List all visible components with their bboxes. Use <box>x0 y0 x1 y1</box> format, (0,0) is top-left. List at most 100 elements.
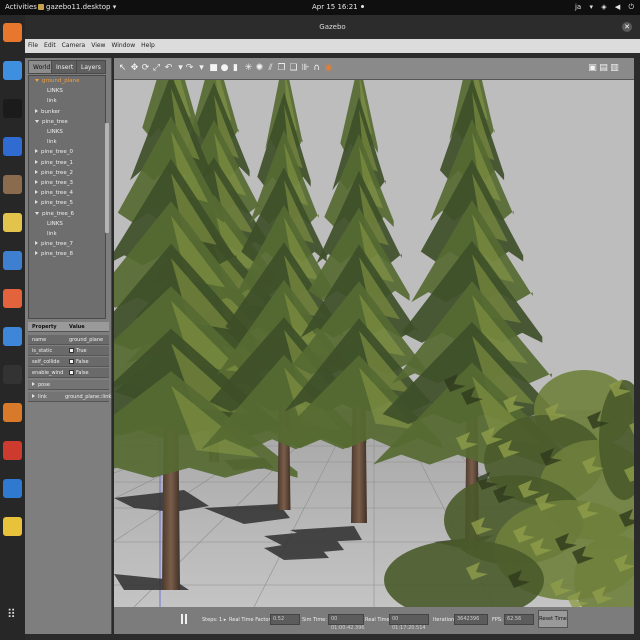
expand-arrow-icon[interactable] <box>35 190 38 195</box>
tree-item[interactable]: link <box>47 231 57 237</box>
log-icon[interactable]: ▤ <box>599 63 608 73</box>
redo-dropdown-icon[interactable]: ▾ <box>197 63 206 73</box>
dock-software-icon[interactable] <box>3 289 22 308</box>
dock-firefox-icon[interactable] <box>3 23 22 42</box>
tree-item[interactable]: pine_tree_1 <box>35 159 73 166</box>
property-row[interactable]: link ground_plane::link <box>28 392 111 402</box>
select-icon[interactable]: ↖ <box>118 63 127 73</box>
scene-render[interactable] <box>114 80 634 607</box>
dock-writer-icon[interactable] <box>3 251 22 270</box>
property-row[interactable]: self_collide False <box>28 357 109 367</box>
rotate-icon[interactable]: ⟳ <box>141 63 150 73</box>
dock-notes-icon[interactable] <box>3 517 22 536</box>
window-title-bar[interactable]: Gazebo ✕ <box>25 15 640 39</box>
directional-light-icon[interactable]: ⫽ <box>266 63 275 73</box>
dock-vscode-icon[interactable] <box>3 479 22 498</box>
property-row[interactable]: is_static True <box>28 346 109 356</box>
property-row[interactable]: pose <box>28 380 109 390</box>
expand-arrow-icon[interactable] <box>35 169 38 174</box>
dock-help-icon[interactable] <box>3 327 22 346</box>
clock[interactable]: Apr 15 16:21 <box>312 3 364 11</box>
close-icon[interactable]: ✕ <box>622 22 632 32</box>
expand-arrow-icon[interactable] <box>32 382 35 386</box>
menu-help[interactable]: Help <box>138 39 158 49</box>
undo-icon[interactable]: ↶ <box>164 63 173 73</box>
tree-item[interactable]: pine_tree_6 <box>35 211 74 217</box>
property-value[interactable]: False <box>69 359 89 365</box>
tree-item[interactable]: link <box>47 139 57 145</box>
dock-pycharm-icon[interactable] <box>3 99 22 118</box>
collapse-arrow-icon[interactable] <box>35 119 39 123</box>
tree-item[interactable]: pine_tree_7 <box>35 241 73 247</box>
app-menu[interactable]: gazebo11.desktop ▾ <box>38 3 116 11</box>
expand-arrow-icon[interactable] <box>35 180 38 184</box>
tree-scrollbar[interactable] <box>105 123 109 233</box>
dock-terminal-icon[interactable] <box>3 365 22 384</box>
property-row[interactable]: name ground_plane <box>28 335 109 345</box>
dock-thunderbird-icon[interactable] <box>3 137 22 156</box>
expand-arrow-icon[interactable] <box>35 159 38 164</box>
steps-value[interactable]: 1 ▸ <box>219 617 226 623</box>
expand-arrow-icon[interactable] <box>35 108 38 113</box>
expand-arrow-icon[interactable] <box>35 241 38 246</box>
translate-icon[interactable]: ✥ <box>130 63 139 73</box>
dock-chrome-icon[interactable] <box>3 61 22 80</box>
menu-camera[interactable]: Camera <box>59 39 89 49</box>
undo-dropdown-icon[interactable]: ▾ <box>176 63 185 73</box>
tree-item[interactable]: pine_tree_8 <box>35 251 73 257</box>
expand-arrow-icon[interactable] <box>35 251 38 256</box>
pause-icon[interactable] <box>180 614 188 624</box>
tree-item[interactable]: LINKS <box>47 221 63 227</box>
expand-arrow-icon[interactable] <box>35 149 38 154</box>
system-tray[interactable]: ja ▾ ◈ ◀ ⏻ <box>569 3 634 12</box>
menu-edit[interactable]: Edit <box>41 39 59 49</box>
spot-light-icon[interactable]: ✺ <box>255 63 264 73</box>
copy-icon[interactable]: ❐ <box>277 63 286 73</box>
property-row[interactable]: enable_wind False <box>28 368 109 378</box>
menu-file[interactable]: File <box>25 39 41 49</box>
tree-item[interactable]: pine_tree_2 <box>35 169 73 176</box>
video-icon[interactable]: ▥ <box>610 63 619 73</box>
cylinder-icon[interactable]: ▮ <box>231 63 240 73</box>
redo-icon[interactable]: ↷ <box>185 63 194 73</box>
sun-light-icon[interactable]: ✳ <box>244 63 253 73</box>
snap-icon[interactable]: ∩ <box>312 63 321 73</box>
checkbox[interactable] <box>69 370 74 375</box>
tree-item[interactable]: pine_tree <box>35 119 68 125</box>
collapse-arrow-icon[interactable] <box>35 211 39 215</box>
tab-insert[interactable]: Insert <box>51 60 79 74</box>
collapse-arrow-icon[interactable] <box>35 79 39 82</box>
3d-viewport[interactable] <box>114 80 634 607</box>
tree-item[interactable]: pine_tree_0 <box>35 149 73 155</box>
reset-time-button[interactable]: Reset Time <box>538 610 568 628</box>
property-value[interactable]: False <box>69 370 89 376</box>
expand-arrow-icon[interactable] <box>35 200 38 205</box>
tree-item[interactable]: pine_tree_5 <box>35 200 73 206</box>
box-icon[interactable]: ■ <box>209 63 218 73</box>
tree-item[interactable]: ground_plane <box>35 78 79 84</box>
dock-rhythmbox-icon[interactable] <box>3 213 22 232</box>
activities-button[interactable]: Activities <box>5 3 37 11</box>
dock-files-icon[interactable] <box>3 175 22 194</box>
tab-layers[interactable]: Layers <box>76 60 106 74</box>
menu-window[interactable]: Window <box>108 39 138 49</box>
tree-item[interactable]: pine_tree_4 <box>35 190 73 196</box>
screenshot-icon[interactable]: ▣ <box>588 63 597 73</box>
sphere-icon[interactable]: ● <box>220 63 229 73</box>
property-value[interactable]: True <box>69 348 87 354</box>
tree-item[interactable]: LINKS <box>47 129 63 135</box>
paste-icon[interactable]: ❏ <box>289 63 298 73</box>
dock-show-apps-icon[interactable]: ⠿ <box>3 605 22 624</box>
align-icon[interactable]: ⊪ <box>301 63 310 73</box>
menu-view[interactable]: View <box>88 39 108 49</box>
expand-arrow-icon[interactable] <box>32 394 35 398</box>
tree-item[interactable]: link <box>47 98 57 104</box>
tree-item[interactable]: pine_tree_3 <box>35 180 73 186</box>
tree-item[interactable]: LINKS <box>47 88 63 94</box>
dock-gazebo-icon[interactable] <box>3 403 22 422</box>
checkbox[interactable] <box>69 348 74 353</box>
tree-item[interactable]: bunker <box>35 108 60 115</box>
scale-icon[interactable]: ⤢ <box>152 63 161 73</box>
checkbox[interactable] <box>69 359 74 364</box>
record-icon[interactable]: ◉ <box>324 63 333 73</box>
